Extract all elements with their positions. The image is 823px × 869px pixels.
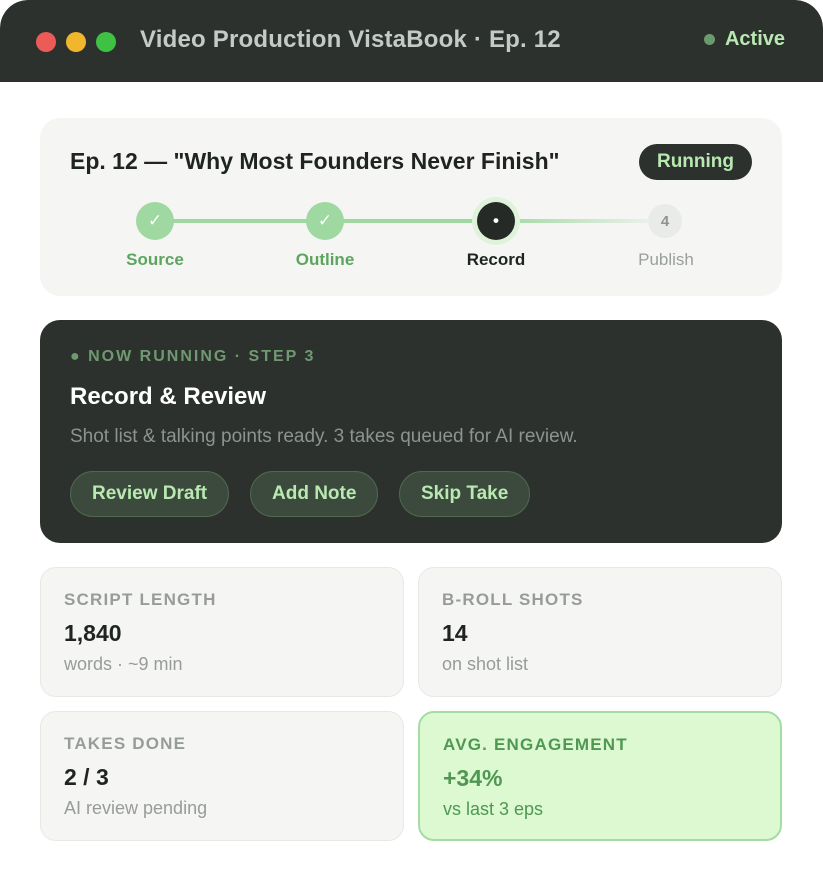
- stat-label: TAKES DONE: [64, 734, 187, 753]
- skip-take-button[interactable]: Skip Take: [399, 471, 531, 517]
- stat-subtext: on shot list: [442, 654, 529, 674]
- progress-track-remaining: [496, 219, 666, 223]
- window-title: Video Production VistaBook · Ep. 12: [140, 26, 561, 53]
- status-dot-icon: [703, 34, 715, 45]
- stat-label: AVG. ENGAGEMENT: [443, 735, 628, 754]
- stat-value: 14: [442, 620, 468, 646]
- stat-subtext: AI review pending: [64, 798, 208, 818]
- now-running-description: Shot list & talking points ready. 3 take…: [70, 426, 578, 447]
- step-label-outline: Outline: [295, 250, 355, 269]
- step-record-current-icon[interactable]: •: [477, 202, 515, 240]
- now-running-title: Record & Review: [70, 383, 267, 410]
- now-running-eyebrow: ● NOW RUNNING · STEP 3: [70, 348, 316, 365]
- now-running-panel: ● NOW RUNNING · STEP 3 Record & Review S…: [40, 320, 782, 543]
- step-publish-number[interactable]: 4: [648, 204, 682, 238]
- status-text: Active: [724, 28, 785, 50]
- stat-card-takes-done: TAKES DONE 2 / 3 AI review pending: [40, 711, 404, 841]
- connection-status: Active: [703, 28, 785, 51]
- stat-subtext: words · ~9 min: [64, 654, 183, 674]
- step-label-record: Record: [466, 250, 526, 269]
- stat-value: 1,840: [64, 620, 122, 646]
- stat-label: B-ROLL SHOTS: [442, 590, 584, 609]
- app-window: Video Production VistaBook · Ep. 12 Acti…: [0, 0, 823, 869]
- review-draft-button[interactable]: Review Draft: [70, 471, 230, 517]
- add-note-button[interactable]: Add Note: [250, 471, 379, 517]
- stat-subtext: vs last 3 eps: [443, 799, 544, 819]
- stat-card-script-length: SCRIPT LENGTH 1,840 words · ~9 min: [40, 567, 404, 697]
- stat-card-avg-engagement: AVG. ENGAGEMENT +34% vs last 3 eps: [418, 711, 782, 841]
- stat-card-b-roll-shots: B-ROLL SHOTS 14 on shot list: [418, 567, 782, 697]
- status-badge: Running: [638, 144, 752, 180]
- maximize-window-button[interactable]: [96, 32, 116, 52]
- minimize-window-button[interactable]: [66, 32, 86, 52]
- step-source-check-icon[interactable]: ✓: [136, 202, 174, 240]
- episode-card: Ep. 12 — "Why Most Founders Never Finish…: [40, 118, 782, 296]
- title-bar: Video Production VistaBook · Ep. 12 Acti…: [0, 0, 823, 82]
- step-label-publish: Publish: [638, 250, 694, 269]
- step-label-source: Source: [126, 250, 184, 269]
- stat-value: +34%: [443, 765, 503, 791]
- episode-title: Ep. 12 — "Why Most Founders Never Finish…: [70, 148, 560, 174]
- close-window-button[interactable]: [36, 32, 56, 52]
- step-outline-check-icon[interactable]: ✓: [306, 202, 344, 240]
- stat-value: 2 / 3: [64, 764, 109, 790]
- stat-label: SCRIPT LENGTH: [64, 590, 217, 609]
